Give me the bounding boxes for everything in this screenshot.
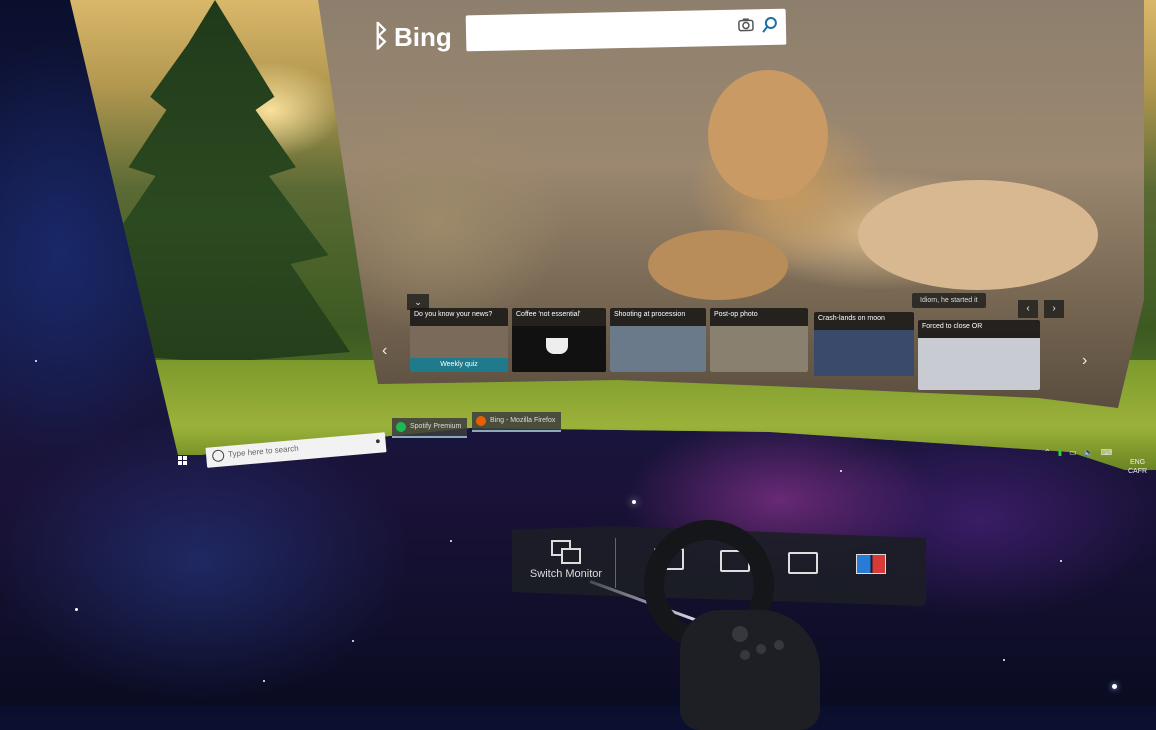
taskbar-search-placeholder: Type here to search	[227, 443, 299, 459]
bing-b-icon: ᛒ	[372, 20, 390, 53]
dock-divider	[615, 538, 616, 588]
coffee-cup-icon	[546, 338, 568, 354]
controller-button-a-icon	[756, 644, 766, 654]
bing-brand-text: Bing	[394, 21, 452, 52]
vr-controller	[625, 501, 820, 730]
microphone-icon[interactable]: ●	[375, 436, 381, 446]
background-photo-cub	[708, 70, 828, 200]
news-card[interactable]: Coffee 'not essential'	[512, 308, 606, 372]
news-card-title: Coffee 'not essential'	[516, 311, 581, 318]
taskbar-app-firefox[interactable]: Bing - Mozilla Firefox	[472, 412, 562, 432]
news-card-title: Shooting at procession	[614, 311, 686, 318]
show-hidden-icons-chevron-icon[interactable]: ⌃	[1044, 448, 1051, 457]
carousel-next-icon[interactable]: ›	[1082, 352, 1087, 370]
switch-monitor-button[interactable]: Switch Monitor	[520, 540, 612, 580]
keyboard-icon[interactable]: ⌨	[1101, 448, 1113, 457]
controller-menu-button-icon	[740, 650, 750, 660]
language-line-1: ENG	[1129, 459, 1146, 466]
switch-monitor-label: Switch Monitor	[529, 568, 603, 580]
taskbar-app-spotify[interactable]: Spotify Premium	[392, 418, 468, 438]
all-monitors-button[interactable]	[856, 554, 886, 579]
taskbar-app-label: Spotify Premium	[410, 423, 462, 430]
news-card-title: Post-op photo	[714, 311, 758, 318]
news-card[interactable]: Do you know your news? Weekly quiz	[410, 308, 508, 372]
news-card-badge: Weekly quiz	[410, 358, 508, 372]
news-card[interactable]: Post-op photo	[710, 308, 808, 372]
taskbar-search-box[interactable]: Type here to search ●	[205, 432, 387, 468]
language-line-2: CAFR	[1128, 468, 1148, 475]
news-card-image	[918, 338, 1040, 390]
taskbar-app-label: Bing - Mozilla Firefox	[490, 417, 556, 424]
controller-thumbstick-icon	[732, 626, 748, 642]
bing-search-input[interactable]	[465, 8, 787, 52]
news-card[interactable]: Shooting at procession	[610, 308, 706, 372]
windows-start-icon[interactable]	[178, 456, 188, 466]
news-card-image	[814, 330, 914, 376]
background-photo-cub	[648, 230, 788, 300]
background-photo-cub	[858, 180, 1098, 290]
multi-monitor-color-icon	[856, 554, 886, 574]
switch-monitor-icon	[551, 540, 581, 564]
camera-icon[interactable]	[738, 17, 754, 36]
news-card-title: Crash-lands on moon	[818, 315, 885, 322]
windows-taskbar: Type here to search ● Spotify Premium Bi…	[178, 412, 1156, 484]
controller-grip	[680, 610, 820, 730]
carousel-prev-icon[interactable]: ‹	[382, 342, 387, 360]
controller-button-b-icon	[774, 640, 784, 650]
spotify-icon	[396, 422, 406, 432]
news-carousel: ‹ Do you know your news? Weekly quiz Cof…	[380, 306, 1130, 390]
ticker-text: Idiom, he started it	[920, 297, 978, 304]
news-card-image	[512, 326, 606, 372]
news-card-title: Forced to close OR	[922, 323, 983, 330]
firefox-icon	[476, 416, 486, 426]
system-tray: ⌃ ▮ ▭ 🔈 ⌨	[1044, 448, 1112, 457]
news-card-image	[610, 326, 706, 372]
search-icon[interactable]	[762, 16, 778, 38]
cortana-icon	[211, 449, 225, 463]
news-card-title: Do you know your news?	[414, 311, 493, 318]
volume-icon[interactable]: 🔈	[1084, 448, 1094, 457]
news-card[interactable]: Forced to close OR	[918, 320, 1040, 390]
bing-logo[interactable]: ᛒ Bing	[372, 20, 452, 54]
language-indicator[interactable]: ENG CAFR	[1128, 458, 1147, 476]
news-card-image	[710, 326, 808, 372]
news-card[interactable]: Crash-lands on moon	[814, 312, 914, 376]
display-icon[interactable]: ▭	[1069, 448, 1077, 457]
network-status-icon[interactable]: ▮	[1058, 448, 1062, 457]
